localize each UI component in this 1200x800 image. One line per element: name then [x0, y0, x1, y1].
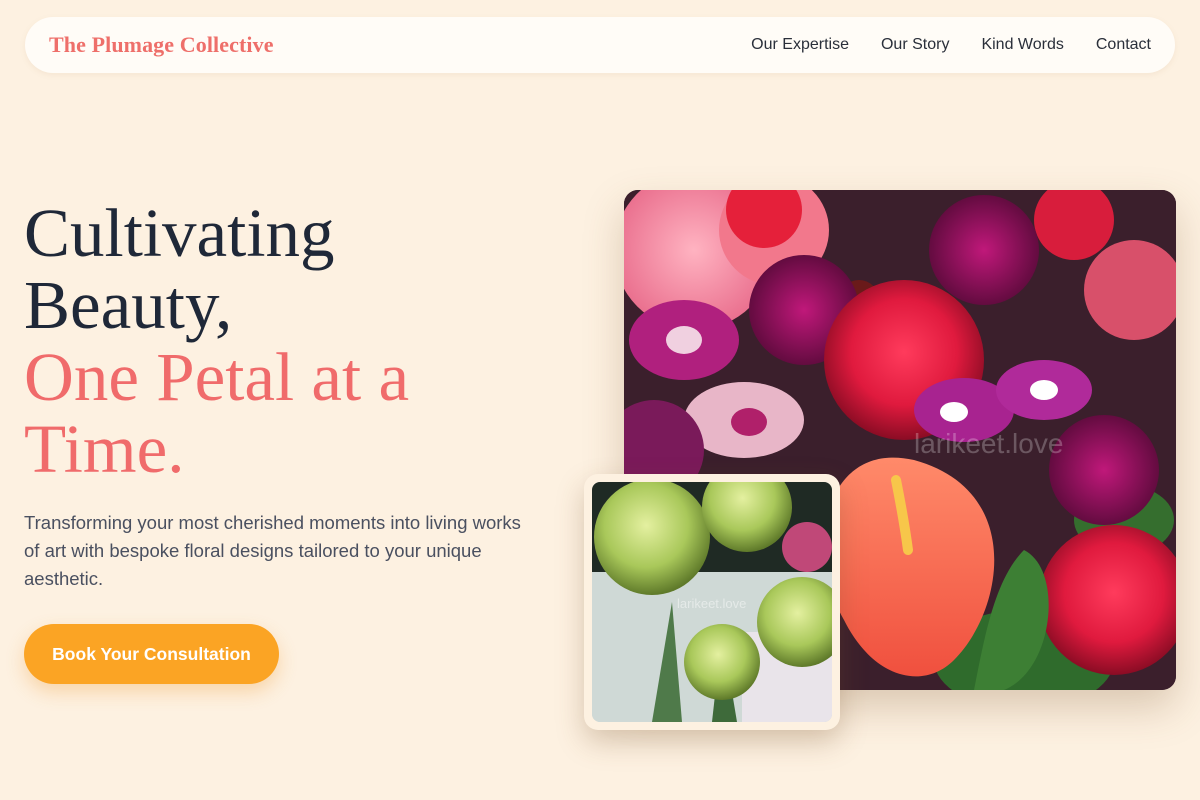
- brand-logo[interactable]: The Plumage Collective: [49, 32, 274, 58]
- nav-link-contact[interactable]: Contact: [1096, 36, 1151, 54]
- inset-image-frame: larikeet.love: [584, 474, 840, 730]
- book-consultation-button[interactable]: Book Your Consultation: [24, 624, 279, 684]
- hero-title-line-1: Cultivating: [24, 195, 335, 271]
- page: The Plumage Collective Our Expertise Our…: [0, 0, 1200, 800]
- nav-link-our-story[interactable]: Our Story: [881, 36, 949, 54]
- hero-title: Cultivating Beauty, One Petal at a Time.: [24, 197, 544, 485]
- hero-title-line-2: Beauty,: [24, 267, 233, 343]
- hero-title-line-3: One Petal at a: [24, 339, 410, 415]
- inset-floral-image: larikeet.love: [592, 482, 832, 722]
- inset-image-watermark: larikeet.love: [677, 596, 746, 611]
- nav-link-our-expertise[interactable]: Our Expertise: [751, 36, 849, 54]
- nav-link-kind-words[interactable]: Kind Words: [981, 36, 1063, 54]
- green-mums-illustration: larikeet.love: [592, 482, 832, 722]
- hero-title-line-4: Time.: [24, 411, 185, 487]
- top-navigation: The Plumage Collective Our Expertise Our…: [25, 17, 1175, 73]
- hero-subtitle: Transforming your most cherished moments…: [24, 512, 521, 589]
- nav-links: Our Expertise Our Story Kind Words Conta…: [751, 36, 1151, 54]
- main-image-watermark: larikeet.love: [914, 428, 1063, 459]
